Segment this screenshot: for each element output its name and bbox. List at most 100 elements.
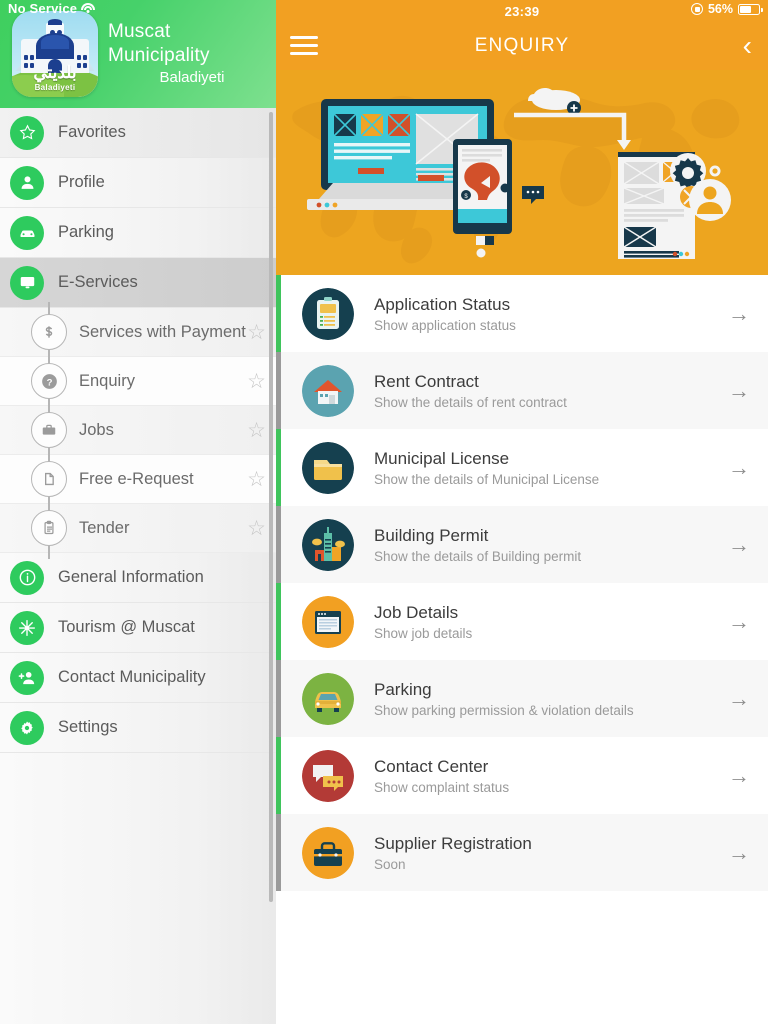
sidebar-subitem-jobs[interactable]: Jobs ☆ (0, 406, 276, 455)
list-item[interactable]: Municipal License Show the details of Mu… (276, 429, 768, 506)
sidebar-subitem-free-e-request[interactable]: Free e-Request ☆ (0, 455, 276, 504)
status-bar-left: No Service (8, 1, 96, 16)
status-bar-right: 56% (690, 2, 763, 16)
list-item-title: Contact Center (374, 756, 489, 776)
sidebar-item-label: Profile (58, 173, 105, 191)
arrow-right-icon[interactable]: → (728, 610, 750, 633)
question-icon: ? (31, 363, 67, 399)
list-item[interactable]: Application Status Show application stat… (276, 275, 768, 352)
status-bar: 23:39 56% (276, 0, 768, 22)
list-item[interactable]: Rent Contract Show the details of rent c… (276, 352, 768, 429)
battery-percent-label: 56% (707, 2, 733, 16)
list-item[interactable]: Contact Center Show complaint status → (276, 737, 768, 814)
sidebar-item-label: Favorites (58, 123, 126, 141)
clock-label: 23:39 (504, 3, 540, 19)
sidebar-item-profile[interactable]: Profile (0, 158, 276, 208)
clipboard-icon (31, 510, 67, 546)
sidebar-item-e-services[interactable]: E-Services (0, 258, 276, 308)
hamburger-icon[interactable] (290, 36, 318, 56)
car-icon (10, 215, 44, 250)
list-item-text: Rent Contract Show the details of rent c… (374, 371, 728, 410)
list-item-text: Building Permit Show the details of Buil… (374, 525, 728, 564)
sidebar-item-parking[interactable]: Parking (0, 208, 276, 258)
sidebar-item-favorites[interactable]: Favorites (0, 108, 276, 158)
chevron-left-icon[interactable]: ‹ (743, 32, 752, 60)
star-outline-icon[interactable]: ☆ (247, 322, 266, 343)
arrow-right-icon[interactable]: → (728, 687, 750, 710)
sidebar-scrollbar[interactable] (269, 112, 273, 902)
info-icon (10, 560, 44, 595)
list-item-text: Municipal License Show the details of Mu… (374, 448, 728, 487)
list-item-title: Application Status (374, 294, 511, 314)
monitor-icon (10, 265, 44, 300)
list-item[interactable]: Job Details Show job details → (276, 583, 768, 660)
chat-bubbles-icon (302, 749, 354, 802)
sidebar-scrollbar-thumb[interactable] (269, 112, 273, 902)
sidebar-subitem-label: Services with Payment (79, 322, 246, 341)
sidebar-subitem-tender[interactable]: Tender ☆ (0, 504, 276, 553)
star-outline-icon[interactable]: ☆ (247, 371, 266, 392)
star-outline-icon[interactable]: ☆ (247, 420, 266, 441)
list-item-subtitle: Show the details of rent contract (374, 395, 567, 411)
arrow-right-icon[interactable]: → (728, 533, 750, 556)
list-item-subtitle: Show the details of Building permit (374, 549, 582, 565)
add-person-icon (10, 660, 44, 695)
sidebar-item-label: Contact Municipality (58, 668, 206, 686)
sun-burst-icon (10, 610, 44, 645)
app-root: No Service بلديتي Baladiyeti Muscat Muni… (0, 0, 768, 1024)
banner-illustration: $ (276, 70, 768, 275)
list-item-subtitle: Show the details of Municipal License (374, 472, 600, 488)
sidebar-subitem-label: Enquiry (79, 371, 135, 390)
row-edge-indicator (276, 506, 281, 583)
muscat-municipality-logo: بلديتي Baladiyeti (12, 11, 98, 97)
brand-title: Muscat Municipality (108, 20, 210, 66)
sidebar-header: No Service بلديتي Baladiyeti Muscat Muni… (0, 0, 276, 108)
list-item-subtitle: Show job details (374, 626, 473, 642)
suitcase-icon (302, 826, 354, 879)
arrow-right-icon[interactable]: → (728, 379, 750, 402)
list-item-title: Job Details (374, 602, 459, 622)
content-pane: 23:39 56% ENQUIRY ‹ $ Application Status… (276, 0, 768, 1024)
list-item-title: Supplier Registration (374, 833, 532, 853)
list-item-title: Municipal License (374, 448, 510, 468)
dollar-icon (31, 314, 67, 350)
brand-subtitle: Baladiyeti (159, 69, 225, 87)
clipboard-checklist-icon (302, 287, 354, 340)
sidebar-item-tourism-muscat[interactable]: Tourism @ Muscat (0, 603, 276, 653)
list-item[interactable]: Parking Show parking permission & violat… (276, 660, 768, 737)
brand-block: Muscat Municipality Baladiyeti (108, 20, 276, 88)
sidebar-drawer: No Service بلديتي Baladiyeti Muscat Muni… (0, 0, 276, 1024)
list-item-subtitle: Soon (374, 857, 406, 873)
e-services-illustration: $ (307, 88, 731, 259)
sidebar-item-contact-municipality[interactable]: Contact Municipality (0, 653, 276, 703)
sidebar-item-settings[interactable]: Settings (0, 703, 276, 753)
sidebar-subitem-enquiry[interactable]: ? Enquiry ☆ (0, 357, 276, 406)
wifi-icon (81, 3, 96, 14)
sidebar-item-label: General Information (58, 568, 204, 586)
star-outline-icon[interactable]: ☆ (247, 518, 266, 539)
sidebar-subitem-label: Free e-Request (79, 469, 194, 488)
briefcase-icon (31, 412, 67, 448)
arrow-right-icon[interactable]: → (728, 841, 750, 864)
arrow-right-icon[interactable]: → (728, 764, 750, 787)
star-outline-icon[interactable]: ☆ (247, 469, 266, 490)
arrow-right-icon[interactable]: → (728, 302, 750, 325)
enquiry-list: Application Status Show application stat… (276, 275, 768, 891)
sidebar-item-general-information[interactable]: General Information (0, 553, 276, 603)
row-edge-indicator (276, 429, 281, 506)
list-item-text: Application Status Show application stat… (374, 294, 728, 333)
row-edge-indicator (276, 275, 281, 352)
list-item-title: Rent Contract (374, 371, 479, 391)
list-item-text: Parking Show parking permission & violat… (374, 679, 728, 718)
sidebar-item-label: E-Services (58, 273, 138, 291)
star-icon (10, 115, 44, 150)
list-item[interactable]: Supplier Registration Soon → (276, 814, 768, 891)
list-item[interactable]: Building Permit Show the details of Buil… (276, 506, 768, 583)
arrow-right-icon[interactable]: → (728, 456, 750, 479)
list-item-title: Building Permit (374, 525, 489, 545)
row-edge-indicator (276, 660, 281, 737)
sidebar-subitem-services-with-payment[interactable]: Services with Payment ☆ (0, 308, 276, 357)
sidebar-subitem-label: Jobs (79, 420, 114, 439)
row-edge-indicator (276, 352, 281, 429)
list-item-subtitle: Show parking permission & violation deta… (374, 703, 634, 719)
